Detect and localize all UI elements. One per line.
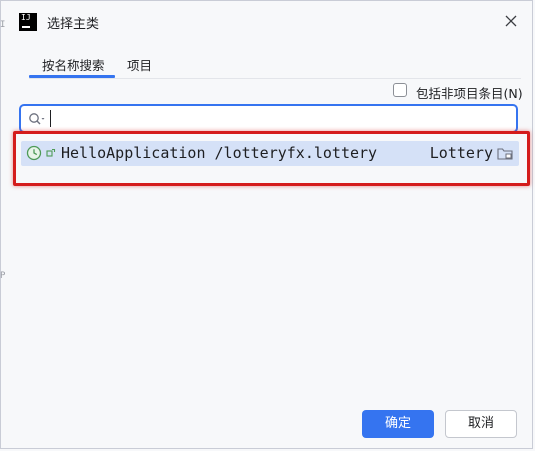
include-non-project-label: 包括非项目条目(N): [416, 86, 523, 101]
text-caret: [50, 110, 51, 127]
dialog-title: 选择主类: [47, 17, 100, 32]
edge-mark: P: [0, 271, 6, 281]
tab-project[interactable]: 项目: [127, 55, 152, 74]
cancel-button[interactable]: 取消: [445, 410, 517, 438]
ok-button[interactable]: 确定: [362, 410, 434, 438]
choose-main-class-dialog: IJ 选择主类 按名称搜索 项目 包括非项目条目(N) HelloApplica…: [0, 0, 533, 449]
search-input[interactable]: [53, 108, 507, 130]
annotation-highlight-frame: [13, 131, 530, 186]
app-logo-text: IJ: [21, 13, 31, 22]
app-logo-icon: IJ: [19, 13, 37, 31]
close-icon[interactable]: [500, 10, 522, 32]
dialog-titlebar: IJ 选择主类: [1, 1, 532, 43]
include-non-project-checkbox[interactable]: [393, 83, 407, 97]
tab-search-by-name[interactable]: 按名称搜索: [42, 55, 105, 74]
search-icon[interactable]: [28, 112, 46, 126]
search-box[interactable]: [19, 104, 518, 133]
background-window-edge: I P: [0, 0, 6, 451]
edge-mark: I: [0, 20, 6, 30]
tabs-divider: [29, 78, 521, 79]
